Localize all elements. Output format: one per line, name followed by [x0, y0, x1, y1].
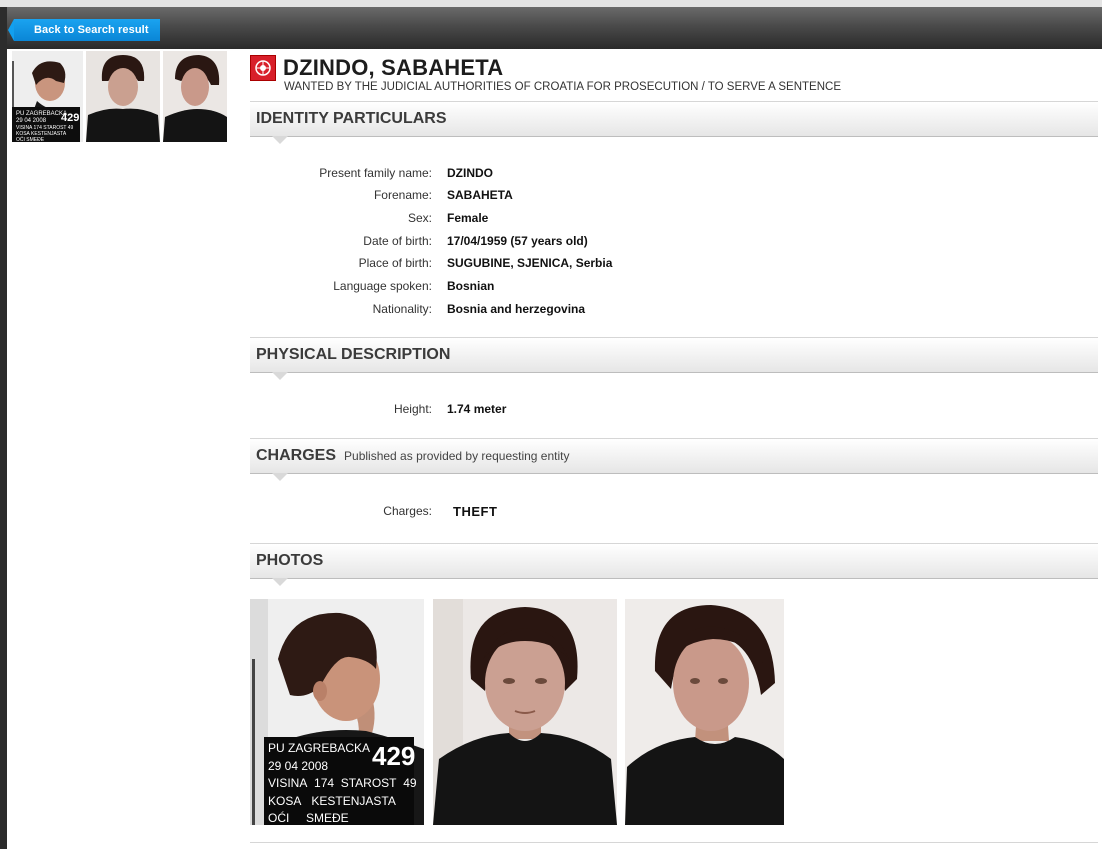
identity-row-forename: Forename: SABAHETA [250, 186, 850, 204]
placard-value-starost: 49 [403, 776, 417, 790]
placard-line3: VISINA 174 STAROST 49 [268, 775, 417, 793]
field-label: Date of birth: [363, 234, 432, 248]
placard-label-kosa: KOSA [268, 793, 302, 808]
interpol-emblem-icon [250, 55, 276, 81]
section-arrow-icon [272, 136, 288, 144]
placard-line5: OĆI SMEĐE [268, 810, 417, 825]
wanted-subtitle: WANTED BY THE JUDICIAL AUTHORITIES OF CR… [284, 81, 841, 93]
identity-row-place-of-birth: Place of birth: SUGUBINE, SJENICA, Serbi… [250, 254, 850, 272]
header-bar [7, 7, 1102, 49]
angled-photo-icon [163, 51, 227, 142]
physical-row-height: Height: 1.74 meter [250, 400, 850, 418]
field-value: 1.74 meter [447, 402, 507, 416]
field-label: Forename: [373, 188, 432, 202]
field-label: Place of birth: [358, 256, 432, 270]
field-label: Height: [393, 402, 432, 416]
field-value: 17/04/1959 (57 years old) [447, 234, 588, 248]
left-border [0, 7, 7, 849]
placard-line4: KOSA KESTENJASTA [268, 793, 417, 811]
top-strip [0, 0, 1102, 7]
bottom-divider [250, 842, 1098, 843]
photo-three-quarter[interactable] [625, 599, 784, 825]
section-arrow-icon [272, 578, 288, 586]
thumbnail-front[interactable] [86, 51, 160, 142]
field-value: SUGUBINE, SJENICA, Serbia [447, 256, 613, 270]
field-label: Nationality: [372, 302, 432, 316]
section-arrow-icon [272, 372, 288, 380]
section-title: CHARGES Published as provided by requesti… [256, 447, 570, 465]
placard-value-oci: SMEĐE [306, 811, 349, 825]
field-label: Sex: [407, 211, 432, 225]
section-photos-header: PHOTOS [250, 543, 1098, 586]
charges-title: CHARGES [256, 447, 337, 464]
identity-row-sex: Sex: Female [250, 209, 850, 227]
field-label: Charges: [383, 504, 432, 518]
identity-row-date-of-birth: Date of birth: 17/04/1959 (57 years old) [250, 232, 850, 250]
section-title: PHYSICAL DESCRIPTION [256, 346, 451, 363]
charges-note: Published as provided by requesting enti… [344, 449, 570, 463]
field-value: Bosnian [447, 279, 495, 293]
field-value: Bosnia and herzegovina [447, 302, 586, 316]
field-value: Female [447, 211, 489, 225]
angled-photo-icon [625, 599, 784, 825]
section-identity-header: IDENTITY PARTICULARS [250, 101, 1098, 144]
back-to-search-button[interactable]: Back to Search result [8, 19, 160, 41]
photo-front[interactable] [433, 599, 617, 825]
charges-row: Charges: THEFT [250, 502, 850, 520]
field-value: THEFT [453, 504, 498, 519]
person-name: DZINDO, SABAHETA [283, 55, 504, 80]
identity-row-nationality: Nationality: Bosnia and herzegovina [250, 300, 850, 318]
section-title: IDENTITY PARTICULARS [256, 110, 447, 127]
section-arrow-icon [272, 473, 288, 481]
identity-row-language: Language spoken: Bosnian [250, 277, 850, 295]
svg-text:429: 429 [61, 112, 79, 124]
placard-label-starost: STAROST [340, 776, 397, 790]
front-photo-icon [433, 599, 617, 825]
front-photo-icon [86, 51, 160, 142]
svg-text:OĆI SMEĐE: OĆI SMEĐE [16, 136, 45, 142]
thumbnail-profile-left[interactable]: PU ZAGREBACKA 29 04 2008 429 VISINA 174 … [12, 51, 83, 142]
section-title: PHOTOS [256, 552, 324, 569]
placard-label-oci: OĆI [268, 811, 290, 825]
svg-text:PU ZAGREBACKA: PU ZAGREBACKA [16, 111, 67, 117]
section-physical-header: PHYSICAL DESCRIPTION [250, 337, 1098, 380]
identity-row-family-name: Present family name: DZINDO [250, 164, 850, 182]
field-label: Language spoken: [333, 279, 432, 293]
field-value: DZINDO [447, 166, 493, 180]
section-charges-header: CHARGES Published as provided by requesti… [250, 438, 1098, 481]
placard-value-visina: 174 [314, 776, 335, 790]
placard-label-visina: VISINA [268, 776, 308, 790]
field-label: Present family name: [319, 166, 432, 180]
field-value: SABAHETA [447, 188, 513, 202]
svg-text:29 04 2008: 29 04 2008 [16, 118, 47, 124]
placard-number: 429 [372, 741, 416, 771]
photo-profile-left[interactable]: PU ZAGREBACKA 29 04 2008 VISINA 174 STAR… [250, 599, 424, 825]
placard-value-kosa: KESTENJASTA [311, 793, 396, 808]
profile-photo-icon: PU ZAGREBACKA 29 04 2008 429 VISINA 174 … [12, 51, 83, 142]
thumbnail-three-quarter[interactable] [163, 51, 227, 142]
